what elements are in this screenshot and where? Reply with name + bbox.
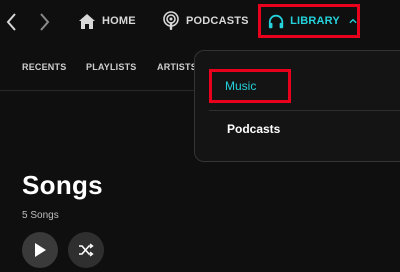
page-title: Songs	[22, 170, 103, 200]
back-button[interactable]	[2, 11, 20, 33]
tab-artists[interactable]: ARTISTS	[157, 62, 197, 72]
forward-button[interactable]	[36, 11, 54, 33]
podcast-icon	[163, 11, 179, 30]
dropdown-divider	[209, 110, 400, 111]
play-button[interactable]	[22, 232, 58, 268]
shuffle-icon	[79, 243, 94, 257]
dropdown-item-podcasts[interactable]: Podcasts	[227, 122, 280, 136]
nav-podcasts[interactable]: PODCASTS	[162, 9, 249, 33]
nav-home-label: HOME	[102, 15, 136, 27]
shuffle-button[interactable]	[68, 232, 104, 268]
nav-podcasts-label: PODCASTS	[186, 15, 249, 27]
library-dropdown-menu: Music Podcasts	[194, 50, 400, 162]
tab-playlists[interactable]: PLAYLISTS	[86, 62, 136, 72]
top-navigation: HOME PODCASTS LIBRARY	[0, 0, 400, 44]
nav-home[interactable]: HOME	[78, 9, 136, 33]
nav-library-label: LIBRARY	[290, 15, 340, 27]
chevron-right-icon	[40, 13, 50, 31]
song-count: 5 Songs	[22, 210, 59, 221]
chevron-left-icon	[6, 13, 16, 31]
nav-library[interactable]: LIBRARY	[258, 4, 360, 38]
play-icon	[35, 243, 46, 257]
home-icon	[79, 13, 95, 29]
headphones-icon	[268, 14, 284, 28]
chevron-up-icon	[349, 18, 357, 24]
tab-recents[interactable]: RECENTS	[22, 62, 66, 72]
dropdown-item-music[interactable]: Music	[209, 69, 291, 103]
